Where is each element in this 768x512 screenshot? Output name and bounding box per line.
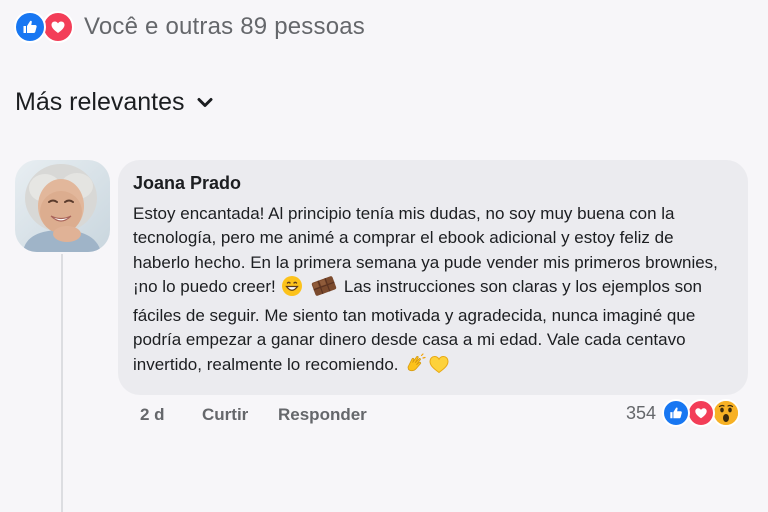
sort-label: Más relevantes [15,88,185,116]
comment-reactions[interactable]: 354 [626,399,740,427]
avatar[interactable] [15,160,110,252]
comment-timestamp[interactable]: 2 d [140,405,165,425]
love-icon [687,399,715,427]
comment-text: Estoy encantada! Al principio tenía mis … [133,202,734,382]
thread-line [61,254,63,512]
grinning-face-icon [281,275,303,304]
clapping-hands-icon [404,353,426,382]
wow-icon [712,399,740,427]
like-icon [14,11,46,43]
chocolate-bar-icon [310,275,338,304]
like-button[interactable]: Curtir [202,405,248,425]
comment-actions: 2 d Curtir Responder 354 [0,399,768,427]
reactions-summary[interactable]: Você e outras 89 pessoas [14,10,365,44]
sort-selector[interactable]: Más relevantes [15,88,213,117]
reaction-icons [14,11,74,43]
reply-button[interactable]: Responder [278,405,367,425]
comment-author[interactable]: Joana Prado [133,172,734,194]
like-icon [662,399,690,427]
yellow-heart-icon [428,353,450,382]
reaction-count: 354 [625,402,656,423]
chevron-down-icon [197,97,213,109]
love-icon [42,11,74,43]
comment-bubble: Joana Prado Estoy encantada! Al principi… [118,160,748,395]
reactions-summary-text: Você e outras 89 pessoas [84,13,365,40]
